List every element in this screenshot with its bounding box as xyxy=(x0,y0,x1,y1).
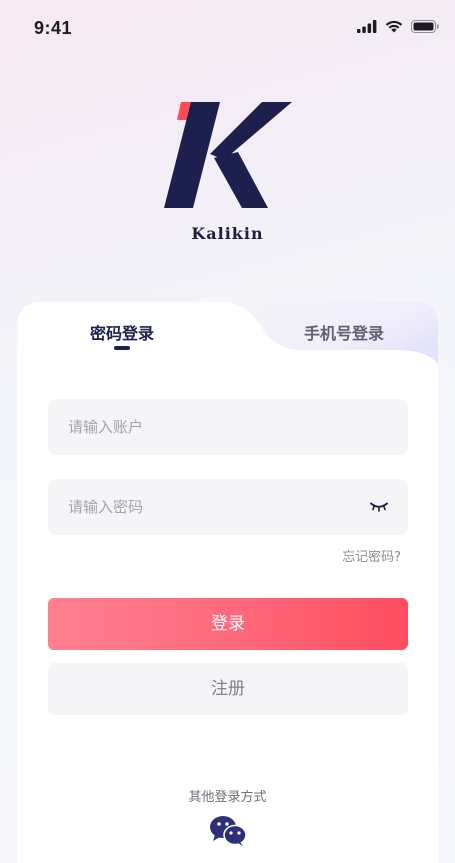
status-icons xyxy=(357,20,439,33)
register-button[interactable]: 注册 xyxy=(48,663,408,715)
status-time: 9:41 xyxy=(34,18,73,38)
wifi-icon xyxy=(385,20,403,33)
account-field[interactable] xyxy=(48,399,408,455)
status-bar: 9:41 xyxy=(0,0,455,56)
wechat-icon[interactable] xyxy=(209,815,247,847)
forgot-password-link[interactable]: 忘记密码? xyxy=(342,546,401,565)
kalikin-logo-icon xyxy=(163,102,292,208)
signal-icon xyxy=(357,20,377,33)
login-card: 密码登录 手机号登录 忘记密码? 登录 注册 其他登录方式 xyxy=(17,302,438,863)
brand-logo: Kalikin xyxy=(0,96,455,243)
tab-active-indicator xyxy=(114,346,130,350)
brand-name: Kalikin xyxy=(191,224,264,243)
password-input[interactable] xyxy=(68,479,368,535)
battery-icon xyxy=(411,20,439,33)
eye-closed-icon[interactable] xyxy=(370,501,388,513)
login-button[interactable]: 登录 xyxy=(48,598,408,650)
other-login-label: 其他登录方式 xyxy=(188,790,267,805)
tab-password-login[interactable]: 密码登录 xyxy=(90,320,154,344)
password-field[interactable] xyxy=(48,479,408,535)
account-input[interactable] xyxy=(68,399,368,455)
tab-phone-login[interactable]: 手机号登录 xyxy=(304,320,384,344)
